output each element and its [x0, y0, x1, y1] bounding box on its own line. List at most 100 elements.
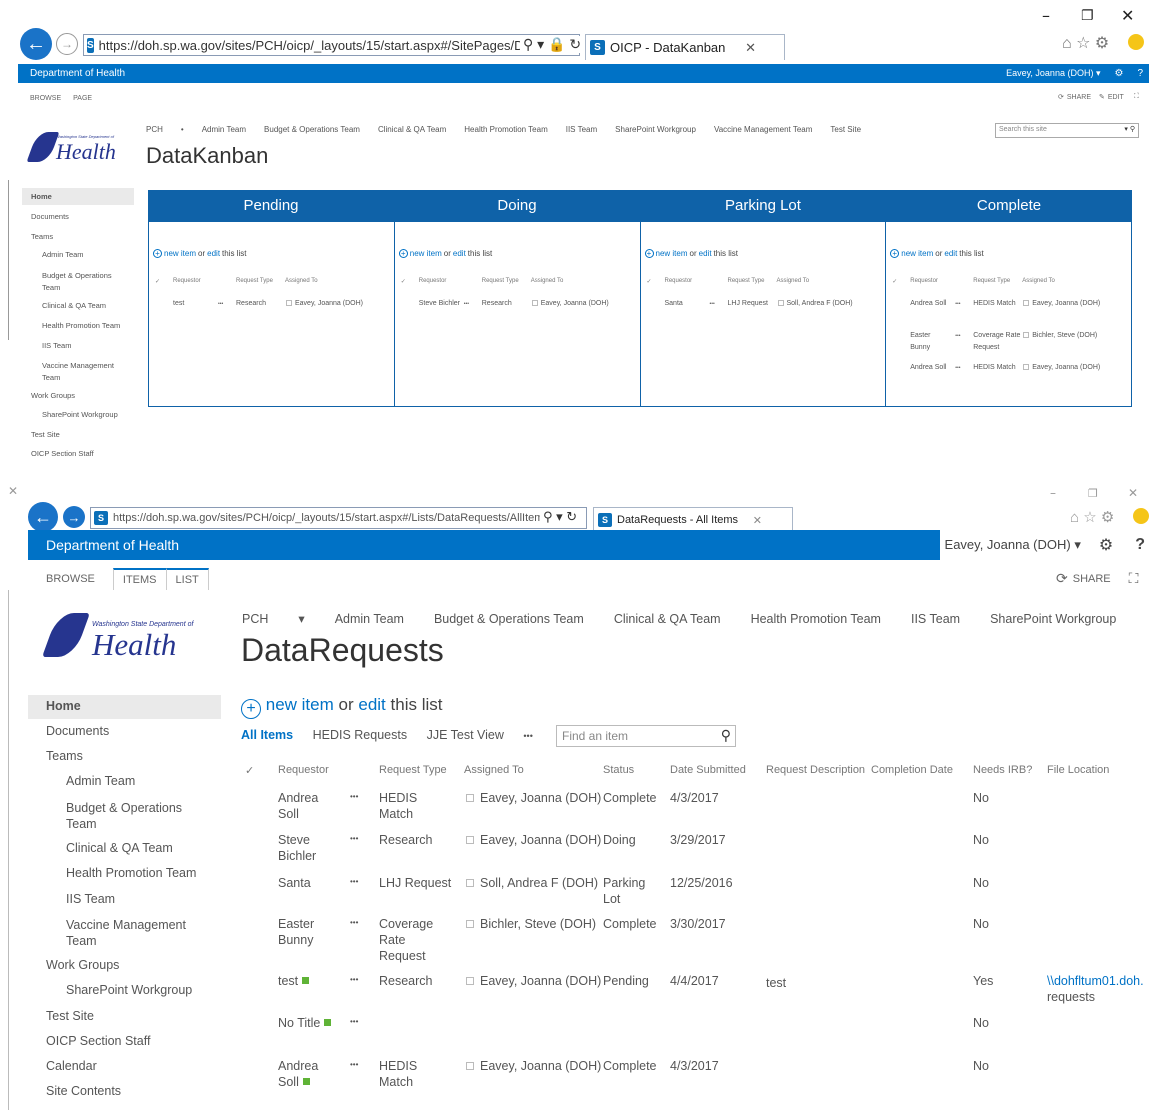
nav-pch[interactable]: PCH: [242, 612, 268, 626]
item-menu-icon[interactable]: •••: [350, 1017, 358, 1026]
list-item-requestor[interactable]: Santa: [665, 298, 707, 310]
list-item-assigned[interactable]: Bichler, Steve (DOH): [1032, 330, 1097, 342]
tab-browse[interactable]: BROWSE: [28, 573, 113, 585]
nav-iis[interactable]: IIS Team: [566, 125, 597, 134]
row-requestor[interactable]: Andrea Soll: [278, 790, 338, 822]
edit-list-link[interactable]: edit: [944, 249, 957, 258]
find-item-input[interactable]: Find an item: [562, 729, 628, 743]
col-header-completion-date[interactable]: Completion Date: [871, 764, 953, 776]
row-requestor[interactable]: Steve Bichler: [278, 832, 338, 864]
list-item-assigned[interactable]: Eavey, Joanna (DOH): [541, 298, 609, 310]
item-menu-icon[interactable]: •••: [350, 1060, 358, 1069]
view-jje[interactable]: JJE Test View: [427, 728, 504, 742]
nav-dropdown-icon[interactable]: ▾: [298, 611, 304, 626]
search-icon[interactable]: ▾ ⚲: [1124, 125, 1135, 133]
item-menu-icon[interactable]: •••: [350, 792, 358, 801]
left-nav-work-groups[interactable]: Work Groups: [31, 391, 75, 400]
add-icon[interactable]: +: [890, 249, 900, 258]
back-icon[interactable]: ←: [28, 502, 58, 532]
new-item-link[interactable]: new item: [901, 249, 933, 258]
list-item-assigned[interactable]: Eavey, Joanna (DOH): [1032, 362, 1100, 374]
table-row[interactable]: Easter Bunny ••• Coverage Rate Request Bich…: [241, 916, 1149, 963]
gear-icon[interactable]: ⚙: [1099, 535, 1113, 555]
logo[interactable]: Washington State Department of Health: [26, 122, 122, 167]
check-all-icon[interactable]: ✓: [155, 278, 160, 285]
nav-test-site[interactable]: Test Site: [830, 125, 861, 134]
row-requestor[interactable]: Andrea Soll: [278, 1058, 338, 1090]
col-header-request-type[interactable]: Request Type: [236, 278, 273, 284]
smiley-icon[interactable]: [1128, 34, 1144, 50]
list-item-requestor[interactable]: Andrea Soll: [910, 298, 952, 310]
new-item-link[interactable]: new item: [656, 249, 688, 258]
col-header-requestor[interactable]: Requestor: [173, 278, 201, 284]
row-requestor-text[interactable]: test: [278, 974, 298, 988]
left-nav-teams[interactable]: Teams: [31, 232, 53, 241]
search-icon[interactable]: ⚲: [721, 727, 731, 744]
left-nav-health-promotion[interactable]: Health Promotion Team: [42, 321, 120, 330]
item-menu-icon[interactable]: •••: [218, 298, 223, 310]
suite-title[interactable]: Department of Health: [30, 68, 125, 79]
nav-admin[interactable]: Admin Team: [202, 125, 246, 134]
add-icon[interactable]: +: [153, 249, 162, 258]
left-nav-budget[interactable]: Budget & Operations Team: [66, 800, 196, 832]
item-menu-icon[interactable]: •••: [955, 330, 960, 342]
list-item-assigned[interactable]: Eavey, Joanna (DOH): [1032, 298, 1100, 310]
item-menu-icon[interactable]: •••: [350, 918, 358, 927]
search-icon[interactable]: ⚲ ▾ 🔒 ↻: [520, 36, 585, 53]
col-header-request-type[interactable]: Request Type: [482, 278, 519, 284]
back-icon[interactable]: ←: [20, 28, 52, 60]
left-nav-home[interactable]: Home: [22, 188, 134, 205]
row-assigned-to[interactable]: Eavey, Joanna (DOH): [480, 790, 601, 806]
list-item-requestor[interactable]: Steve Bichler: [419, 298, 461, 310]
row-requestor[interactable]: test: [278, 973, 338, 989]
nav-admin[interactable]: Admin Team: [335, 612, 404, 626]
nav-health-promotion[interactable]: Health Promotion Team: [464, 125, 547, 134]
col-header-request-type[interactable]: Request Type: [973, 278, 1010, 284]
suite-title[interactable]: Department of Health: [46, 537, 179, 553]
address-bar[interactable]: S https://doh.sp.wa.gov/sites/PCH/oicp/_…: [90, 507, 587, 529]
col-header-requestor[interactable]: Requestor: [910, 278, 938, 284]
site-search-input[interactable]: Search this site: [999, 126, 1047, 133]
edit-button[interactable]: EDIT: [1108, 94, 1124, 101]
item-menu-icon[interactable]: •••: [350, 877, 358, 886]
left-nav-oicp[interactable]: OICP Section Staff: [31, 449, 94, 458]
left-nav-health-promotion[interactable]: Health Promotion Team: [66, 866, 196, 880]
smiley-icon[interactable]: [1133, 508, 1149, 524]
row-assigned-to[interactable]: Soll, Andrea F (DOH): [480, 875, 598, 891]
check-all-icon[interactable]: ✓: [401, 278, 406, 285]
table-row[interactable]: Steve Bichler ••• Research Eavey, Joanna (D…: [241, 832, 1149, 872]
minimize-icon[interactable]: –: [1050, 486, 1056, 500]
row-requestor[interactable]: Santa: [278, 875, 338, 891]
left-nav-test-site[interactable]: Test Site: [46, 1009, 94, 1023]
nav-iis[interactable]: IIS Team: [911, 612, 960, 626]
left-nav-vaccine[interactable]: Vaccine Management Team: [42, 360, 122, 384]
add-icon[interactable]: +: [241, 699, 261, 719]
left-nav-admin[interactable]: Admin Team: [42, 250, 84, 259]
edit-list-link[interactable]: edit: [453, 249, 466, 258]
nav-vaccine[interactable]: Vaccine Management Team: [714, 125, 812, 134]
close-icon[interactable]: ✕: [1128, 486, 1138, 500]
left-nav-iis[interactable]: IIS Team: [42, 341, 71, 350]
new-item-link[interactable]: new item: [164, 249, 196, 258]
share-button[interactable]: SHARE: [1067, 94, 1091, 101]
row-assigned-to[interactable]: Bichler, Steve (DOH): [480, 916, 596, 932]
forward-icon[interactable]: →: [56, 33, 78, 55]
table-row[interactable]: Andrea Soll ••• HEDIS Match Eavey, Joanna (…: [241, 790, 1149, 830]
tab-items[interactable]: ITEMS: [112, 568, 167, 590]
edit-list-link[interactable]: edit: [358, 695, 385, 714]
list-item-requestor[interactable]: Easter Bunny: [910, 330, 952, 354]
edit-list-link[interactable]: edit: [699, 249, 712, 258]
minimize-icon[interactable]: –: [1042, 6, 1050, 25]
nav-sharepoint[interactable]: SharePoint Workgroup: [990, 612, 1116, 626]
nav-clinical[interactable]: Clinical & QA Team: [614, 612, 721, 626]
list-item-assigned[interactable]: Eavey, Joanna (DOH): [295, 298, 363, 310]
nav-dropdown-icon[interactable]: •: [181, 125, 184, 134]
left-nav-documents[interactable]: Documents: [31, 212, 69, 221]
list-item-requestor[interactable]: Andrea Soll: [910, 362, 952, 374]
row-requestor[interactable]: No Title: [278, 1015, 338, 1031]
add-icon[interactable]: +: [398, 249, 408, 258]
left-nav-work-groups[interactable]: Work Groups: [46, 958, 119, 972]
row-file-location[interactable]: \\dohfltum01.doh.: [1047, 973, 1144, 989]
nav-pch[interactable]: PCH: [146, 125, 163, 134]
focus-icon[interactable]: ⛶: [1134, 93, 1139, 101]
